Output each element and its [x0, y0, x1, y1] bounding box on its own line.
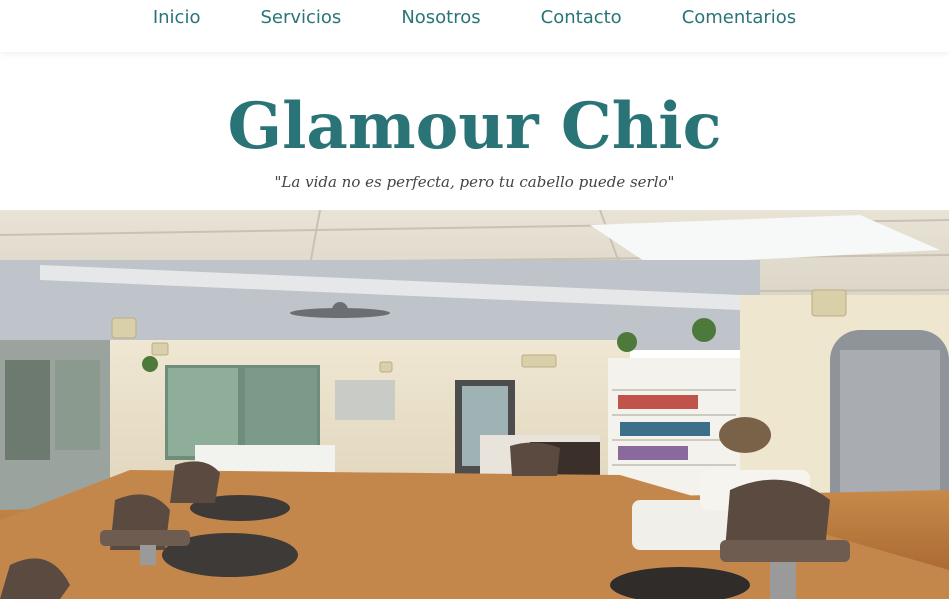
nav-link-comentarios[interactable]: Comentarios — [652, 0, 826, 30]
brand-header: Glamour Chic "La vida no es perfecta, pe… — [0, 52, 949, 210]
hero-image — [0, 210, 949, 599]
nav-link-contacto[interactable]: Contacto — [511, 0, 652, 30]
site-logo[interactable]: Glamour Chic — [0, 92, 949, 162]
nav-link-inicio[interactable]: Inicio — [123, 0, 231, 30]
main-nav: Inicio Servicios Nosotros Contacto Comen… — [0, 0, 949, 52]
nav-link-nosotros[interactable]: Nosotros — [371, 0, 510, 30]
salon-interior-photo — [0, 210, 949, 599]
nav-link-servicios[interactable]: Servicios — [230, 0, 371, 30]
site-tagline: "La vida no es perfecta, pero tu cabello… — [274, 173, 675, 191]
